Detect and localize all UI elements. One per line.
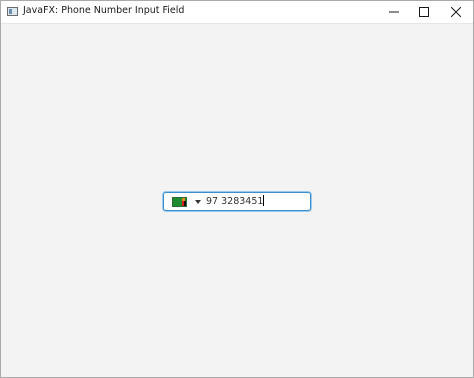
window-title: JavaFX: Phone Number Input Field bbox=[23, 5, 185, 16]
minimize-button[interactable] bbox=[377, 1, 411, 23]
text-cursor bbox=[263, 195, 265, 206]
country-dropdown-arrow-icon[interactable] bbox=[195, 200, 201, 204]
maximize-button[interactable] bbox=[407, 1, 441, 23]
close-icon bbox=[451, 7, 461, 17]
title-bar[interactable]: JavaFX: Phone Number Input Field bbox=[1, 1, 473, 23]
client-area: 97 3283451 bbox=[1, 23, 473, 377]
maximize-icon bbox=[419, 7, 429, 17]
close-button[interactable] bbox=[439, 1, 473, 23]
app-icon bbox=[7, 7, 18, 16]
phone-number-text: 97 3283451 bbox=[206, 196, 264, 207]
app-window: JavaFX: Phone Number Input Field 97 3283… bbox=[0, 0, 474, 378]
phone-number-value[interactable]: 97 3283451 bbox=[206, 195, 265, 208]
minimize-icon bbox=[389, 11, 399, 13]
phone-number-input[interactable]: 97 3283451 bbox=[163, 192, 311, 211]
zambia-flag-icon[interactable] bbox=[172, 197, 187, 207]
